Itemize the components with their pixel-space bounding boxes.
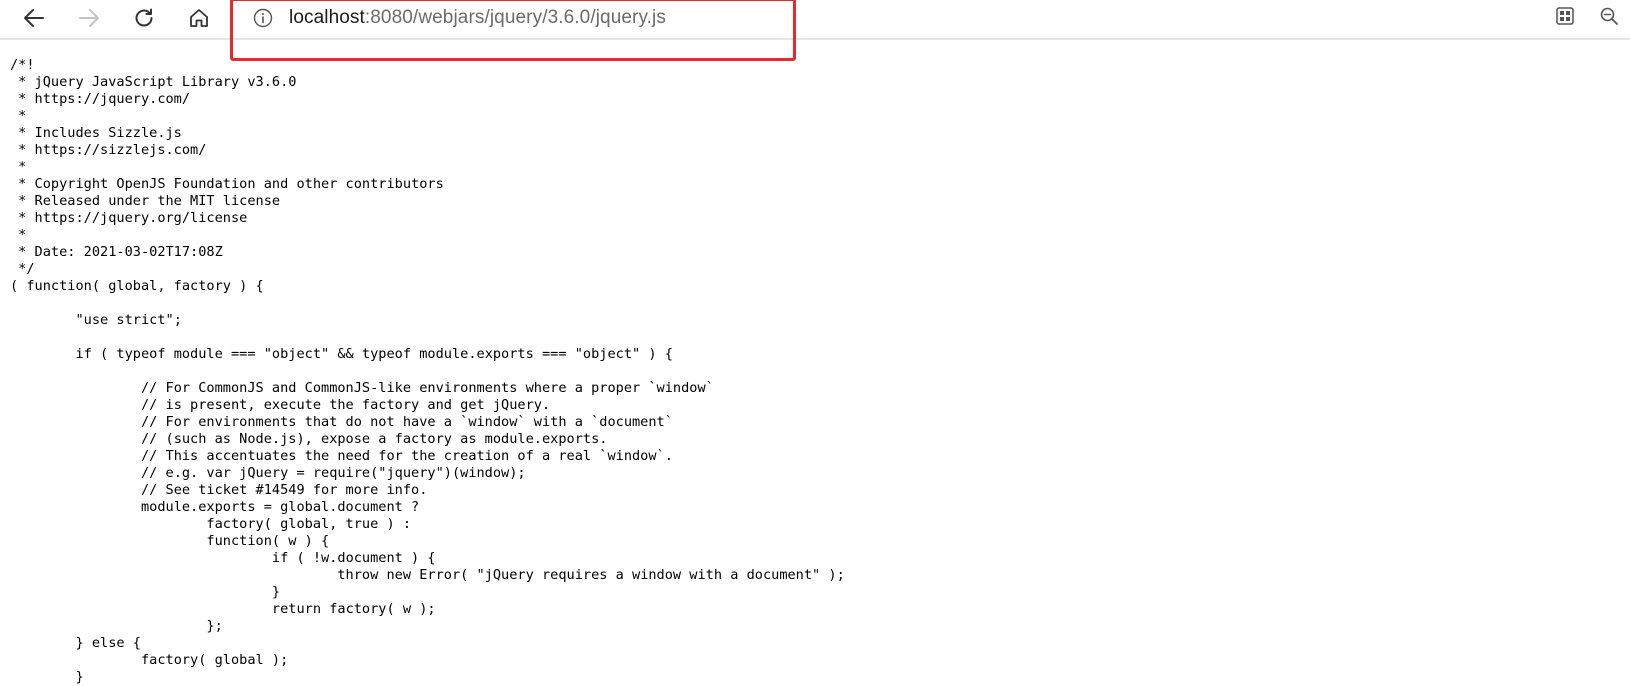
code-line: // e.g. var jQuery = require("jquery")(w… xyxy=(10,465,526,481)
code-line: if ( typeof module === "object" && typeo… xyxy=(10,346,673,362)
forward-button[interactable] xyxy=(73,2,105,34)
apps-grid-icon xyxy=(1555,6,1575,31)
home-button[interactable] xyxy=(183,2,215,34)
code-line: throw new Error( "jQuery requires a wind… xyxy=(10,567,845,583)
code-line: * Includes Sizzle.js xyxy=(10,125,182,141)
code-line: // (such as Node.js), expose a factory a… xyxy=(10,431,608,447)
refresh-button[interactable] xyxy=(128,2,160,34)
zoom-out-icon xyxy=(1599,6,1619,31)
code-line: /*! xyxy=(10,57,35,73)
code-line: * xyxy=(10,227,27,243)
arrow-left-icon xyxy=(23,7,45,29)
code-line: * jQuery JavaScript Library v3.6.0 xyxy=(10,74,297,90)
code-line: } else { xyxy=(10,635,141,651)
code-line: // This accentuates the need for the cre… xyxy=(10,448,673,464)
code-line: * Released under the MIT license xyxy=(10,193,281,209)
code-line: * https://jquery.org/license xyxy=(10,210,248,226)
refresh-icon xyxy=(133,7,155,29)
code-line: if ( !w.document ) { xyxy=(10,550,436,566)
code-line: return factory( w ); xyxy=(10,601,436,617)
code-line: factory( global ); xyxy=(10,652,289,668)
code-line: * Date: 2021-03-02T17:08Z xyxy=(10,244,223,260)
code-line: module.exports = global.document ? xyxy=(10,499,420,515)
arrow-right-icon xyxy=(78,7,100,29)
toolbar-divider xyxy=(0,38,1630,40)
url-path: :8080/webjars/jquery/3.6.0/jquery.js xyxy=(364,7,666,28)
back-button[interactable] xyxy=(18,2,50,34)
code-line: } xyxy=(10,669,84,685)
address-bar[interactable]: localhost:8080/webjars/jquery/3.6.0/jque… xyxy=(240,2,800,34)
code-line: ( function( global, factory ) { xyxy=(10,278,264,294)
code-line: // See ticket #14549 for more info. xyxy=(10,482,428,498)
code-line: * https://sizzlejs.com/ xyxy=(10,142,207,158)
code-line: * Copyright OpenJS Foundation and other … xyxy=(10,176,444,192)
source-code: /*! * jQuery JavaScript Library v3.6.0 *… xyxy=(10,57,845,686)
code-line: }; xyxy=(10,618,223,634)
code-line: * https://jquery.com/ xyxy=(10,91,191,107)
url-host: localhost xyxy=(289,7,365,28)
browser-toolbar: localhost:8080/webjars/jquery/3.6.0/jque… xyxy=(0,0,1630,38)
home-icon xyxy=(188,7,210,29)
code-line: * xyxy=(10,108,27,124)
code-line: * xyxy=(10,159,27,175)
code-line: // For CommonJS and CommonJS-like enviro… xyxy=(10,380,714,396)
code-line: // For environments that do not have a `… xyxy=(10,414,673,430)
info-icon[interactable] xyxy=(252,7,274,29)
code-line: // is present, execute the factory and g… xyxy=(10,397,551,413)
url-text[interactable]: localhost:8080/webjars/jquery/3.6.0/jque… xyxy=(289,7,666,29)
code-line: "use strict"; xyxy=(10,312,182,328)
apps-button[interactable] xyxy=(1552,5,1578,31)
code-line: function( w ) { xyxy=(10,533,330,549)
code-line: factory( global, true ) : xyxy=(10,516,412,532)
code-line: } xyxy=(10,584,281,600)
zoom-button[interactable] xyxy=(1596,5,1622,31)
code-line: */ xyxy=(10,261,35,277)
